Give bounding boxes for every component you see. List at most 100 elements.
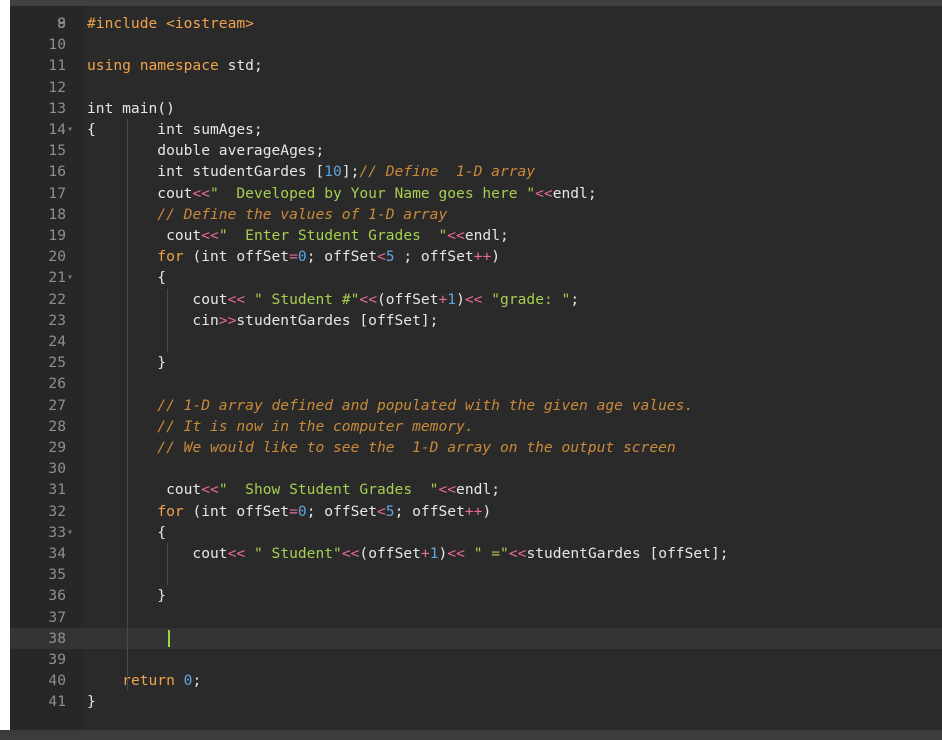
partial-bottom-line: 42	[10, 723, 942, 730]
code-line[interactable]: 25 }	[10, 352, 942, 373]
code-line[interactable]: 14 ▾ { int sumAges;	[10, 119, 942, 140]
code-token: endl;	[552, 184, 597, 202]
code-text: #include <iostream>	[87, 13, 254, 34]
code-line[interactable]: 23 cin>>studentGardes [offSet];	[10, 310, 942, 331]
bottom-scroll-bar[interactable]	[0, 730, 942, 740]
code-token: "grade: "	[491, 290, 571, 308]
code-text: for (int offSet=0; offSet<5 ; offSet++)	[87, 246, 500, 267]
code-line[interactable]: 35	[10, 564, 942, 585]
code-line[interactable]: 39	[10, 649, 942, 670]
code-line[interactable]: 17 cout<<" Developed by Your Name goes h…	[10, 183, 942, 204]
line-number: 27	[48, 396, 66, 414]
code-token: // Define the values of 1-D array	[157, 205, 448, 223]
code-line[interactable]: 22 cout<< " Student #"<<(offSet+1)<< "gr…	[10, 289, 942, 310]
code-text: double averageAges;	[87, 140, 324, 161]
code-line[interactable]: 10	[10, 34, 942, 55]
code-token: { int sumAges;	[87, 121, 263, 138]
code-token: +	[420, 545, 430, 562]
indent-guide	[127, 119, 128, 692]
code-line[interactable]: 32 for (int offSet=0; offSet<5; offSet++…	[10, 501, 942, 522]
line-number: 36	[48, 587, 66, 605]
code-text: // 1-D array defined and populated with …	[87, 395, 693, 416]
code-line[interactable]: 9 #include <iostream>	[10, 13, 942, 34]
fold-toggle-icon[interactable]: ▾	[67, 522, 77, 543]
code-line[interactable]: 13 int main()	[10, 98, 942, 119]
code-line[interactable]: 33 ▾ {	[10, 522, 942, 543]
code-token: int studentGardes [	[87, 163, 325, 181]
code-line[interactable]: 31 cout<<" Show Student Grades "<<endl;	[10, 479, 942, 500]
code-line[interactable]: 19 cout<<" Enter Student Grades "<<endl;	[10, 225, 942, 246]
code-line[interactable]: 30	[10, 458, 942, 479]
code-token: #include <iostream>	[87, 15, 254, 32]
code-text: // We would like to see the 1-D array on…	[87, 437, 675, 458]
code-line[interactable]: 24	[10, 331, 942, 352]
code-line[interactable]: 40 return 0;	[10, 670, 942, 691]
line-number: 28	[48, 417, 66, 435]
line-number: 29	[48, 439, 66, 456]
code-line[interactable]: 11 using namespace std;	[10, 55, 942, 76]
line-number: 18	[48, 205, 66, 223]
code-token: )	[482, 502, 492, 520]
code-token: ; offSet	[394, 502, 465, 520]
line-number: 25	[48, 354, 66, 372]
line-number: 15	[48, 142, 66, 160]
fold-toggle-icon[interactable]: ▾	[67, 267, 77, 288]
code-text: // It is now in the computer memory.	[87, 416, 473, 437]
code-token: ;	[570, 290, 580, 308]
code-text: }	[87, 691, 96, 712]
fold-toggle-icon[interactable]: ▾	[67, 119, 77, 140]
code-token: " Enter Student Grades "	[218, 227, 448, 244]
code-token: // 1-D array defined and populated with …	[157, 396, 694, 414]
code-token: 1	[447, 290, 457, 308]
code-line[interactable]: 20 for (int offSet=0; offSet<5 ; offSet+…	[10, 246, 942, 267]
code-token: (offSet	[376, 290, 439, 308]
code-text: cout<<" Developed by Your Name goes here…	[87, 183, 597, 204]
code-line[interactable]: 18 // Define the values of 1-D array	[10, 204, 942, 225]
code-token: 1	[429, 545, 439, 562]
code-line[interactable]: 34 cout<< " Student"<<(offSet+1)<< " ="<…	[10, 543, 942, 564]
code-text: using namespace std;	[87, 55, 263, 76]
indent-guide	[167, 543, 168, 586]
code-line[interactable]: 28 // It is now in the computer memory.	[10, 416, 942, 437]
code-line-active[interactable]: 38	[10, 627, 942, 649]
code-line[interactable]: 29 // We would like to see the 1-D array…	[10, 437, 942, 458]
code-token: <<	[535, 184, 553, 202]
code-line[interactable]: 21 ▾ {	[10, 267, 942, 288]
code-token: ; offSet	[394, 248, 474, 266]
line-number: 41	[48, 693, 66, 711]
text-cursor	[168, 629, 170, 647]
code-line[interactable]: 27 // 1-D array defined and populated wi…	[10, 395, 942, 416]
code-line[interactable]: 41}	[10, 691, 942, 712]
code-token: (int offSet	[183, 248, 290, 266]
code-line[interactable]: 15 double averageAges;	[10, 140, 942, 161]
code-token: endl;	[456, 481, 500, 499]
code-editor[interactable]: 8 9 #include <iostream> 10 11 using namespac…	[10, 6, 942, 730]
code-token: cout	[87, 545, 228, 562]
line-number: 40	[48, 672, 66, 690]
line-number: 26	[48, 375, 66, 393]
code-token: <<	[192, 184, 211, 202]
line-number: 12	[48, 78, 66, 96]
code-line[interactable]: 16 int studentGardes [10];// Define 1-D …	[10, 161, 942, 182]
code-token: <<	[227, 290, 246, 308]
code-line[interactable]: 12	[10, 77, 942, 98]
code-text: int studentGardes [10];// Define 1-D arr…	[87, 161, 535, 182]
line-number: 23	[48, 311, 66, 329]
code-token: " Developed by Your Name goes here "	[210, 184, 536, 202]
code-line[interactable]: 26	[10, 373, 942, 394]
code-token: return	[122, 672, 175, 690]
code-token: <<	[508, 545, 527, 562]
code-token: 10	[324, 163, 342, 181]
code-line[interactable]: 37	[10, 607, 942, 628]
code-line[interactable]: 36 }	[10, 585, 942, 606]
line-number: 33	[48, 523, 66, 541]
code-token: 5	[385, 502, 395, 520]
code-token: )	[438, 545, 448, 562]
code-token: 0	[297, 502, 307, 520]
